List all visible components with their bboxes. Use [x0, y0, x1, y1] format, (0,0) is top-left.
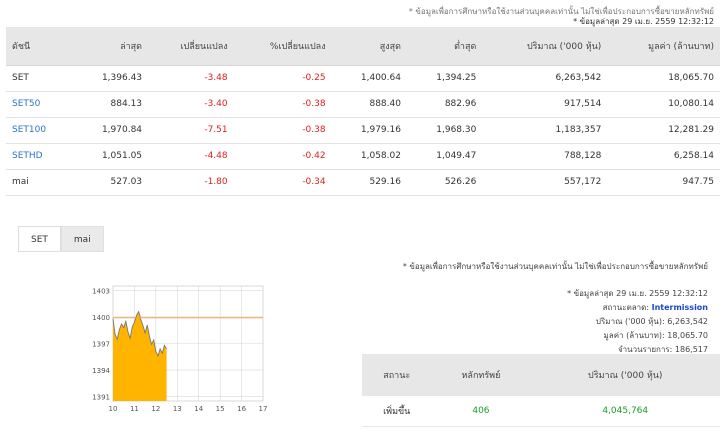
y-tick-label: 1403	[92, 287, 110, 295]
x-tick-label: 16	[237, 405, 246, 413]
table-row: mai 527.03 -1.80 -0.34 529.16 526.26 557,172 94…	[6, 169, 720, 196]
index-pct-change: -0.38	[233, 117, 332, 144]
market-status-value: Intermission	[651, 303, 708, 312]
index-volume: 1,183,357	[482, 117, 608, 144]
col-stat-volume: ปริมาณ ('000 หุ้น)	[530, 354, 720, 396]
index-low: 1,968.30	[406, 117, 483, 144]
x-tick-label: 10	[109, 405, 118, 413]
x-tick-label: 15	[216, 405, 225, 413]
market-volume-value: 6,263,542	[667, 317, 708, 326]
market-value-value: 18,065.70	[667, 331, 708, 340]
index-value: 6,258.14	[607, 143, 720, 170]
index-change: -3.48	[148, 65, 234, 92]
index-pct-change: -0.25	[233, 65, 332, 92]
col-change: เปลี่ยนแปลง	[148, 27, 234, 66]
table-row: SET100 1,970.84 -7.51 -0.38 1,979.16 1,968.30…	[6, 117, 720, 144]
col-value: มูลค่า (ล้านบาท)	[607, 27, 720, 66]
index-high: 888.40	[331, 91, 407, 118]
index-low: 1,049.47	[406, 143, 483, 170]
stat-volume: 4,045,764	[530, 396, 720, 427]
index-change: -1.80	[148, 169, 234, 196]
x-tick-label: 17	[259, 405, 268, 413]
index-low: 882.96	[406, 91, 483, 118]
x-tick-label: 12	[151, 405, 160, 413]
index-name: SET	[6, 65, 73, 92]
col-status: สถานะ	[362, 354, 432, 396]
index-volume: 557,172	[482, 169, 608, 196]
market-updated: * ข้อมูลล่าสุด 29 เม.ย. 2559 12:32:12	[567, 289, 708, 298]
market-value: มูลค่า (ล้านบาท): 18,065.70	[603, 331, 708, 340]
table-row: เพิ่มขึ้น 406 4,045,764	[362, 396, 720, 427]
index-pct-change: -0.34	[233, 169, 332, 196]
col-low: ต่ำสุด	[406, 27, 483, 66]
index-value: 10,080.14	[607, 91, 720, 118]
index-change: -3.40	[148, 91, 234, 118]
table-row: SET 1,396.43 -3.48 -0.25 1,400.64 1,394.25 6,2…	[6, 65, 720, 92]
index-last: 1,970.84	[72, 117, 149, 144]
index-last: 884.13	[72, 91, 149, 118]
market-value-label: มูลค่า (ล้านบาท)	[603, 331, 663, 340]
table-row: SET50 884.13 -3.40 -0.38 888.40 882.96 917,514…	[6, 91, 720, 118]
index-value: 947.75	[607, 169, 720, 196]
market-status-label: สถานะตลาด:	[602, 303, 650, 312]
index-pct-change: -0.42	[233, 143, 332, 170]
x-tick-label: 13	[173, 405, 182, 413]
stat-count: 406	[431, 396, 531, 427]
index-last: 1,396.43	[72, 65, 149, 92]
index-name: mai	[6, 169, 73, 196]
market-status: สถานะตลาด: Intermission	[603, 301, 708, 314]
index-volume: 788,128	[482, 143, 608, 170]
x-tick-label: 14	[194, 405, 203, 413]
index-volume: 6,263,542	[482, 65, 608, 92]
stat-table-header: สถานะ หลักทรัพย์ ปริมาณ ('000 หุ้น)	[362, 354, 720, 396]
index-name[interactable]: SET100	[6, 117, 73, 144]
index-high: 529.16	[331, 169, 407, 196]
table-row: SETHD 1,051.05 -4.48 -0.42 1,058.02 1,049.47 7…	[6, 143, 720, 170]
index-name[interactable]: SET50	[6, 91, 73, 118]
market-trades-value: 186,517	[674, 345, 708, 354]
stat-status: เพิ่มขึ้น	[362, 396, 432, 427]
col-volume: ปริมาณ ('000 หุ้น)	[482, 27, 608, 66]
index-change: -4.48	[148, 143, 234, 170]
market-volume-label: ปริมาณ ('000 หุ้น)	[595, 317, 663, 326]
market-tabs: SET mai	[18, 226, 104, 252]
x-tick-label: 11	[130, 405, 139, 413]
index-high: 1,979.16	[331, 117, 407, 144]
index-table-header: ดัชนี ล่าสุด เปลี่ยนแปลง %เปลี่ยนแปลง สู…	[6, 27, 720, 66]
y-tick-label: 1397	[92, 341, 110, 349]
index-change: -7.51	[148, 117, 234, 144]
index-high: 1,058.02	[331, 143, 407, 170]
col-pct-change: %เปลี่ยนแปลง	[233, 27, 332, 66]
market-trades-label: จำนวนรายการ	[617, 345, 670, 354]
tab-set[interactable]: SET	[18, 226, 61, 252]
intraday-chart: 1403 1400 1397 1394 1391 10 11 12 13 14 15 16 17	[92, 285, 268, 413]
col-index: ดัชนี	[6, 27, 73, 66]
tab-mai[interactable]: mai	[60, 226, 104, 252]
col-securities: หลักทรัพย์	[431, 354, 531, 396]
advance-decline-table: สถานะ หลักทรัพย์ ปริมาณ ('000 หุ้น) เพิ่…	[362, 354, 720, 427]
index-high: 1,400.64	[331, 65, 407, 92]
index-value: 12,281.29	[607, 117, 720, 144]
index-name[interactable]: SETHD	[6, 143, 73, 170]
col-last: ล่าสุด	[72, 27, 149, 66]
index-last: 527.03	[72, 169, 149, 196]
index-pct-change: -0.38	[233, 91, 332, 118]
index-table: ดัชนี ล่าสุด เปลี่ยนแปลง %เปลี่ยนแปลง สู…	[6, 27, 720, 196]
y-tick-label: 1391	[92, 394, 110, 402]
y-tick-label: 1400	[92, 314, 110, 322]
index-value: 18,065.70	[607, 65, 720, 92]
market-disclaimer: * ข้อมูลเพื่อการศึกษาหรือใช้งานส่วนบุคคล…	[402, 262, 708, 271]
index-low: 1,394.25	[406, 65, 483, 92]
index-last: 1,051.05	[72, 143, 149, 170]
market-volume: ปริมาณ ('000 หุ้น): 6,263,542	[595, 317, 708, 326]
index-volume: 917,514	[482, 91, 608, 118]
y-tick-label: 1394	[92, 367, 110, 375]
index-low: 526.26	[406, 169, 483, 196]
col-high: สูงสุด	[331, 27, 407, 66]
